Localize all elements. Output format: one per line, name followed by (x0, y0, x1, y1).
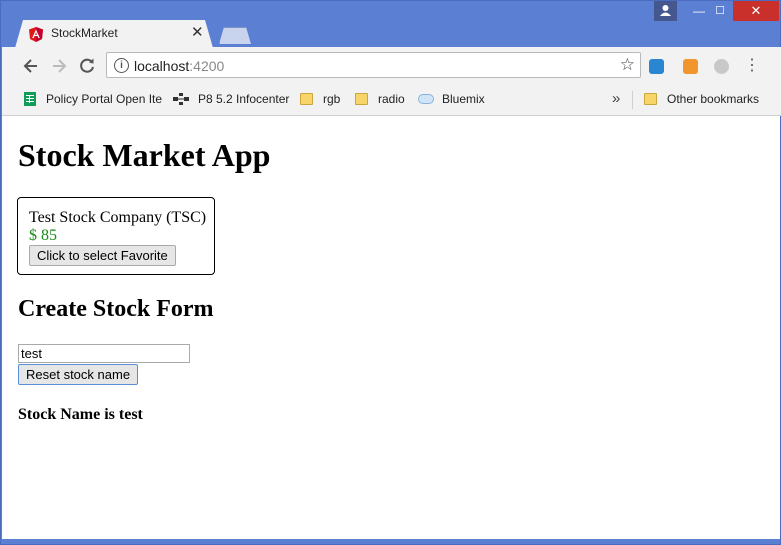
browser-window: StockMarket ✕ — ☐ ✕ i localhost:4200 ☆ ⋮… (0, 0, 781, 545)
url-host: localhost (134, 58, 190, 74)
bookmark-label: Bluemix (442, 92, 485, 106)
cloud-icon (418, 94, 434, 104)
back-arrow-icon[interactable] (20, 55, 42, 77)
bookmark-item[interactable]: rgb (300, 92, 340, 106)
network-icon (173, 93, 189, 105)
menu-kebab-icon[interactable]: ⋮ (741, 55, 763, 77)
bookmark-label: Policy Portal Open Ite (46, 92, 163, 106)
bookmark-label: rgb (323, 92, 341, 106)
extension-circle-icon[interactable] (714, 59, 729, 74)
folder-icon (300, 93, 313, 105)
maximize-button[interactable]: ☐ (708, 1, 732, 21)
spreadsheet-icon (24, 92, 36, 106)
extension-icon[interactable] (649, 59, 664, 74)
profile-button[interactable] (654, 1, 677, 21)
bookmark-item[interactable]: Bluemix (418, 92, 485, 106)
stock-card: Test Stock Company (TSC) $ 85 Click to s… (17, 197, 215, 275)
person-icon (660, 5, 671, 16)
new-tab-button[interactable] (219, 27, 251, 44)
folder-icon (644, 93, 657, 105)
reset-stock-name-button[interactable]: Reset stock name (18, 364, 139, 385)
bookmark-item[interactable]: Policy Portal Open Ite (24, 92, 162, 106)
tab-stockmarket[interactable]: StockMarket ✕ (15, 20, 213, 48)
extension-grid-icon[interactable] (683, 59, 698, 74)
bookmark-item[interactable]: radio (355, 92, 405, 106)
bookmark-label: P8 5.2 Infocenter (198, 92, 290, 106)
bookmark-item[interactable]: P8 5.2 Infocenter (172, 92, 289, 106)
page-content: Stock Market App Test Stock Company (TSC… (2, 116, 780, 539)
close-window-button[interactable]: ✕ (733, 1, 779, 21)
bookmark-label: radio (378, 92, 405, 106)
title-bar: StockMarket ✕ — ☐ ✕ (1, 1, 780, 48)
bookmark-star-icon[interactable]: ☆ (620, 55, 635, 75)
forward-arrow-icon[interactable] (48, 55, 70, 77)
stock-name-input[interactable] (18, 344, 190, 363)
select-favorite-button[interactable]: Click to select Favorite (29, 245, 176, 266)
reload-icon[interactable] (76, 55, 98, 77)
other-bookmarks-label: Other bookmarks (667, 92, 760, 106)
other-bookmarks[interactable]: Other bookmarks (644, 92, 759, 106)
angular-icon (29, 27, 43, 42)
form-title: Create Stock Form (18, 296, 214, 322)
bookmarks-bar: Policy Portal Open Ite P8 5.2 Infocenter… (2, 85, 781, 116)
tab-close-icon[interactable]: ✕ (191, 23, 204, 41)
tab-title: StockMarket (51, 26, 118, 40)
url-text: localhost:4200 (134, 58, 224, 74)
address-bar[interactable]: i localhost:4200 ☆ (106, 52, 641, 78)
bookmarks-overflow-icon[interactable]: » (612, 90, 620, 107)
folder-icon (355, 93, 368, 105)
info-icon[interactable]: i (114, 58, 129, 73)
stock-name-result: Stock Name is test (18, 406, 143, 423)
bookmarks-divider (632, 91, 633, 109)
stock-name: Test Stock Company (TSC) (29, 209, 207, 226)
page-title: Stock Market App (18, 137, 271, 173)
stock-price: $ 85 (29, 227, 57, 244)
url-port: :4200 (189, 58, 225, 74)
browser-toolbar: i localhost:4200 ☆ ⋮ (2, 47, 781, 85)
